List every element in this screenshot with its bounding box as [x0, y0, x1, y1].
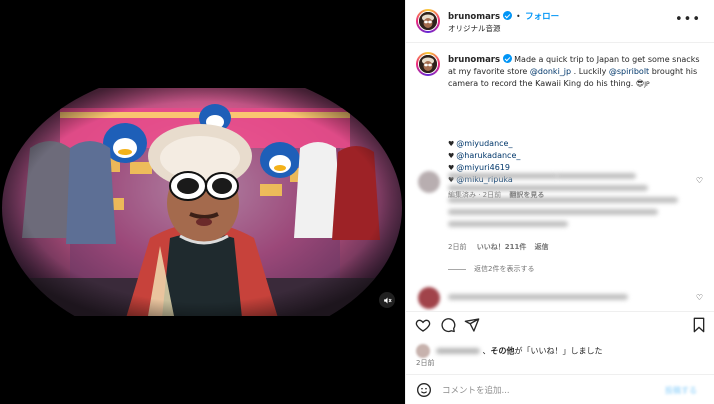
mention-link[interactable]: @donki_jp [530, 67, 571, 76]
bookmark-icon[interactable] [691, 317, 707, 333]
comment-composer: コメントを追加... 投稿する [406, 374, 714, 404]
author-avatar[interactable] [416, 9, 440, 33]
more-horizontal-icon: ••• [674, 12, 701, 27]
heart-glyph: ♥ [448, 152, 455, 160]
heart-glyph: ♥ [448, 164, 455, 172]
caption-username[interactable]: brunomars [448, 55, 500, 65]
reply-divider [448, 268, 466, 270]
share-icon[interactable] [464, 317, 480, 333]
caption-and-comments[interactable]: brunomars Made a quick trip to Japan to … [406, 43, 714, 311]
avatar-image [419, 12, 437, 30]
comment-like-icon[interactable]: ♡ [696, 293, 703, 302]
liked-separator: 、 [482, 346, 491, 356]
flag-label: JP [644, 81, 650, 88]
post-comment-button[interactable]: 投稿する [665, 385, 697, 396]
liked-by: 、その他が「いいね！」しました [416, 344, 603, 358]
verified-icon [502, 11, 512, 20]
audio-label[interactable]: オリジナル音源 [448, 23, 501, 34]
video-player[interactable] [0, 88, 405, 316]
follow-button[interactable]: フォロー [525, 12, 559, 22]
blurred-username [435, 348, 480, 354]
comment-time: 2日前 [448, 243, 467, 251]
liked-suffix: が「いいね！」しました [514, 346, 603, 356]
blurred-comment-text [448, 209, 658, 215]
comment-like-icon[interactable]: ♡ [696, 176, 703, 185]
media-pane[interactable] [0, 0, 405, 404]
video-frame [0, 88, 405, 316]
more-options-button[interactable]: ••• [675, 12, 701, 27]
emoji-icon[interactable] [416, 382, 432, 398]
liked-by-avatar[interactable] [416, 344, 430, 358]
heart-glyph: ♥ [448, 140, 455, 148]
comment-likes[interactable]: いいね！211件 [477, 243, 527, 251]
caption-body-2: . Luckily [571, 67, 609, 76]
mute-icon [383, 297, 392, 303]
mention-item: ♥ @harukadance_ [448, 150, 520, 162]
blurred-comment-text [556, 173, 636, 179]
author-username[interactable]: brunomars [448, 12, 500, 22]
caption-text: brunomars Made a quick trip to Japan to … [448, 53, 706, 91]
blurred-comment-text [448, 197, 678, 203]
instagram-post-view: brunomars • フォロー オリジナル音源 ••• brunomars M… [0, 0, 714, 404]
avatar-image [419, 55, 437, 73]
post-sidebar: brunomars • フォロー オリジナル音源 ••• brunomars M… [405, 0, 714, 404]
blurred-comment-text [448, 221, 568, 227]
caption-author-avatar[interactable] [416, 52, 440, 76]
view-replies-button[interactable]: 返信2件を表示する [448, 264, 534, 274]
comment-icon[interactable] [440, 317, 456, 333]
header-separator: • [516, 12, 521, 21]
heart-icon[interactable] [415, 317, 431, 333]
mention-link[interactable]: @spiribolt [609, 67, 649, 76]
commenter-avatar[interactable] [418, 287, 440, 309]
post-actions: 、その他が「いいね！」しました 2日前 コメントを追加... 投稿する [406, 311, 714, 404]
blurred-comment-text [448, 173, 558, 179]
post-header: brunomars • フォロー オリジナル音源 ••• [406, 0, 714, 43]
commenter-avatar[interactable] [418, 171, 440, 193]
comment-input[interactable]: コメントを追加... [442, 384, 510, 396]
mention-link[interactable]: @miyuri4619 [456, 163, 510, 172]
blurred-comment-text [448, 294, 628, 300]
post-date[interactable]: 2日前 [416, 358, 434, 368]
comment-meta: 2日前 いいね！211件 返信 [448, 242, 549, 252]
mention-item: ♥ @miyudance_ [448, 138, 520, 150]
liked-others-link[interactable]: その他 [491, 347, 515, 356]
mention-link[interactable]: @harukadance_ [456, 151, 520, 160]
verified-icon [502, 54, 512, 63]
mute-button[interactable] [379, 292, 395, 308]
mention-link[interactable]: @miyudance_ [456, 139, 512, 148]
blurred-comment-text [448, 185, 648, 191]
view-replies-label[interactable]: 返信2件を表示する [474, 265, 534, 273]
reply-button[interactable]: 返信 [535, 243, 549, 251]
